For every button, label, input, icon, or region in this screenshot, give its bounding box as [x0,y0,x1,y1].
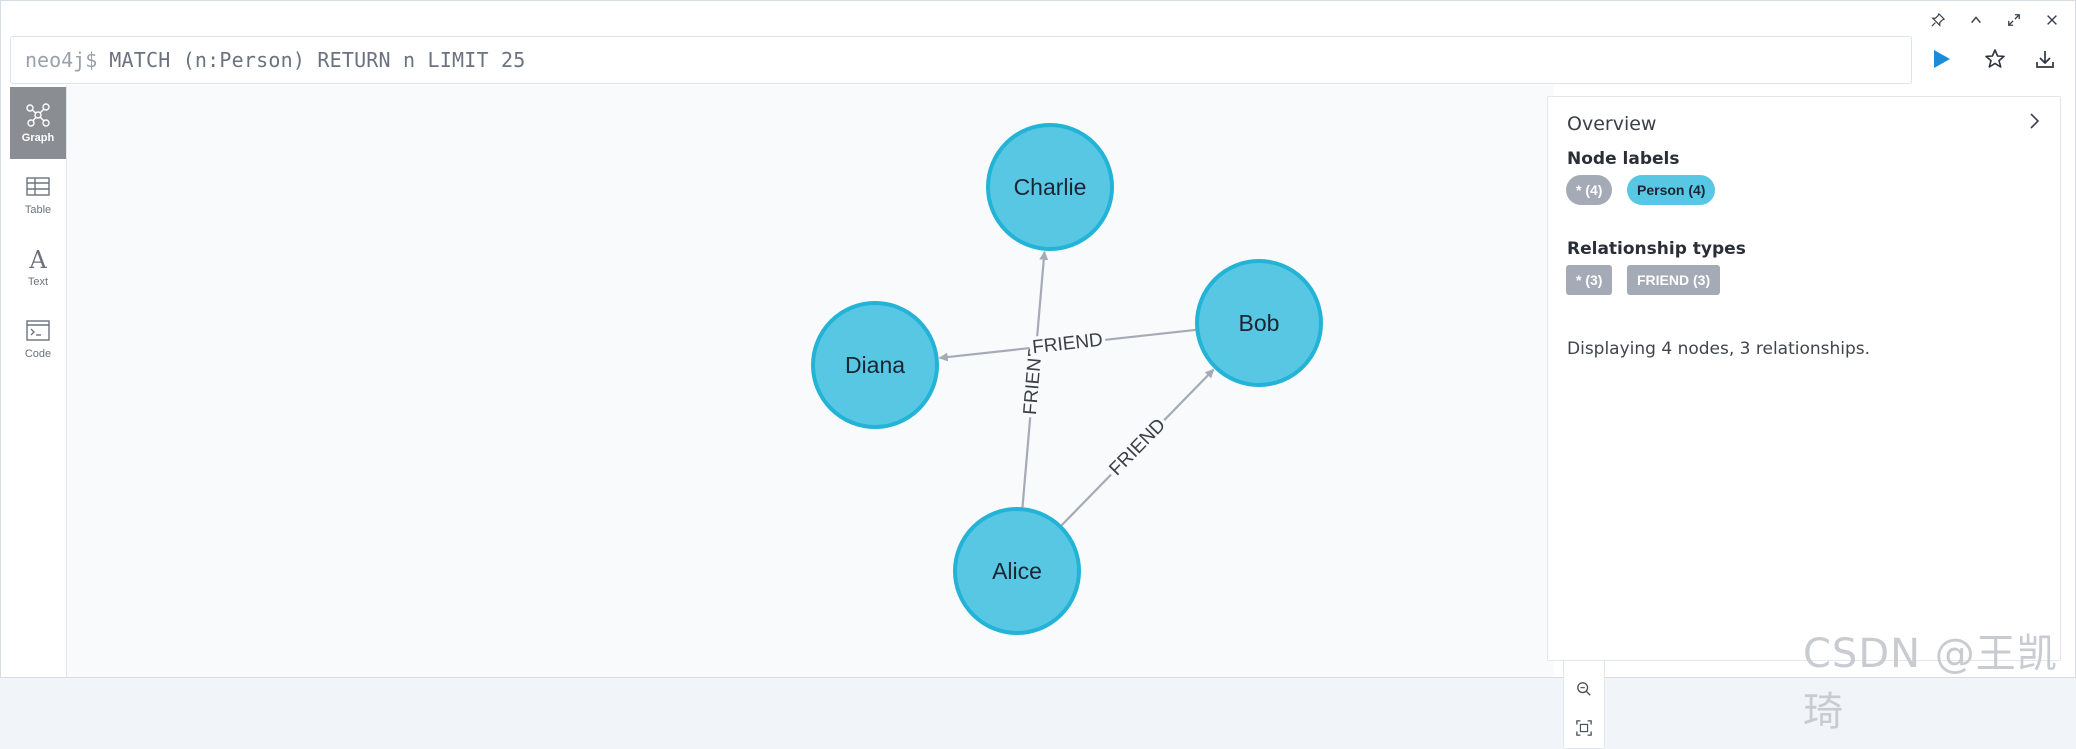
view-table-label: Table [24,204,52,216]
query-editor[interactable]: neo4j$ MATCH (n:Person) RETURN n LIMIT 2… [10,36,1912,84]
node-label: Bob [1239,310,1280,336]
relationship-type-all[interactable]: * (3) [1566,265,1613,295]
view-switcher: Graph Table A Text Code [1,85,67,677]
node-labels-heading: Node labels [1567,149,1680,169]
svg-text:A: A [28,246,47,272]
view-code[interactable]: Code [10,303,66,375]
view-graph-label: Graph [21,132,55,144]
play-icon[interactable] [1929,47,1953,71]
node-label-person[interactable]: Person (4) [1627,175,1716,205]
text-icon: A [28,246,47,272]
view-graph[interactable]: Graph [10,87,66,159]
node-label: Diana [845,352,905,378]
zoom-out-icon[interactable] [1573,678,1595,700]
watermark: CSDN @王凯琦 [1803,631,2058,735]
relationship-label-group: FRIEND [1028,328,1107,360]
table-icon [26,177,50,196]
relationship-label: FRIEND [1105,415,1169,480]
code-icon [26,320,50,341]
editor-prompt: neo4j$ [25,48,98,72]
node-label: Charlie [1014,174,1087,200]
graph-canvas[interactable]: FRIEND FRIEND FRIEND Charlie Diana Bob Alice [67,85,1605,749]
query-text[interactable]: MATCH (n:Person) RETURN n LIMIT 25 [109,48,525,72]
overview-summary: Displaying 4 nodes, 3 relationships. [1567,339,1871,359]
relationship-label-group: FRIEND [1103,412,1173,483]
result-frame: neo4j$ MATCH (n:Person) RETURN n LIMIT 2… [0,0,2076,749]
fit-screen-icon[interactable] [1573,717,1595,739]
chevron-right-icon[interactable] [2022,109,2046,133]
overview-title: Overview [1567,113,1657,135]
relationship-types-heading: Relationship types [1567,239,1746,259]
relationship-type-friend[interactable]: FRIEND (3) [1627,265,1721,295]
overview-panel: Overview Node labels * (4) Person (4) Re… [1547,96,2061,661]
graph-icon [26,103,50,127]
node-label-all[interactable]: * (4) [1566,175,1613,205]
pin-icon[interactable] [1927,9,1949,31]
download-icon[interactable] [2033,47,2057,71]
view-text[interactable]: A Text [10,231,66,303]
graph-visualization[interactable]: FRIENDFRIENDFRIEND CharlieDianaBobAlice [67,85,1554,677]
node-label: Alice [992,558,1042,584]
view-code-label: Code [24,348,52,360]
view-table[interactable]: Table [10,159,66,231]
chevron-up-icon[interactable] [1965,9,1987,31]
star-icon[interactable] [1983,47,2007,71]
view-text-label: Text [27,276,49,288]
close-icon[interactable] [2041,9,2063,31]
frame-controls [1927,9,2063,31]
expand-icon[interactable] [2003,9,2025,31]
relationship-label: FRIEND [1031,330,1104,359]
